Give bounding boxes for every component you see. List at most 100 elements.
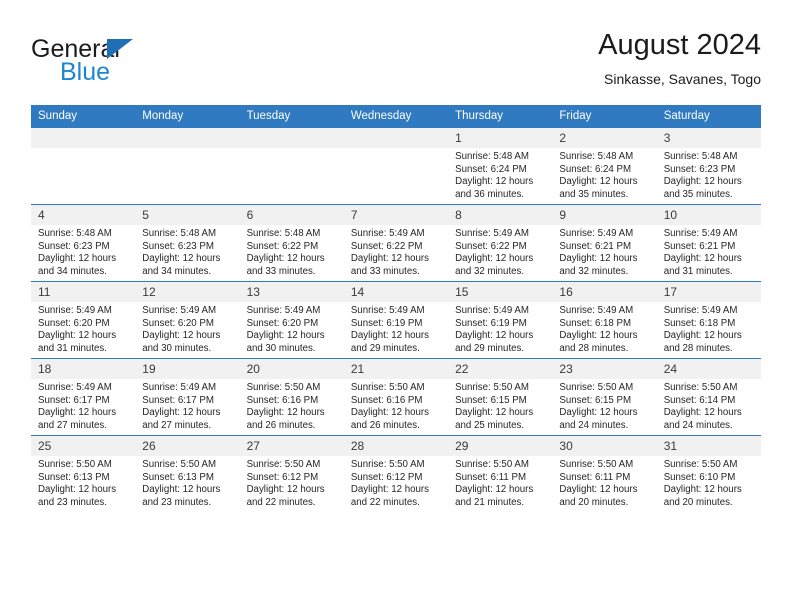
day-number: 11	[31, 282, 136, 302]
calendar-day-cell[interactable]: 20 Sunrise: 5:50 AM Sunset: 6:16 PM Dayligh…	[239, 358, 344, 436]
daylight-text-line2: and 26 minutes.	[350, 419, 420, 431]
sunset-text: Sunset: 6:23 PM	[663, 163, 736, 175]
calendar-day-cell[interactable]: 4 Sunrise: 5:48 AM Sunset: 6:23 PM Daylight…	[31, 204, 136, 282]
daylight-text-line2: and 25 minutes.	[455, 419, 525, 431]
daylight-text-line1: Daylight: 12 hours	[246, 407, 325, 419]
calendar-day-cell[interactable]: 16 Sunrise: 5:49 AM Sunset: 6:18 PM Dayligh…	[552, 281, 657, 359]
daylight-text-line2: and 33 minutes.	[350, 265, 420, 277]
calendar-day-cell[interactable]: 17 Sunrise: 5:49 AM Sunset: 6:18 PM Dayligh…	[656, 281, 761, 359]
sunrise-text: Sunrise: 5:50 AM	[350, 459, 425, 470]
sunrise-text: Sunrise: 5:49 AM	[455, 305, 529, 316]
sunrise-text: Sunrise: 5:50 AM	[246, 459, 321, 470]
day-number: 22	[448, 359, 553, 379]
calendar-day-cell[interactable]: 5 Sunrise: 5:48 AM Sunset: 6:23 PM Daylight…	[135, 204, 240, 282]
calendar-day-cell[interactable]: 2 Sunrise: 5:48 AM Sunset: 6:24 PM Daylight…	[552, 127, 657, 205]
daylight-text-line2: and 34 minutes.	[142, 265, 212, 277]
day-number: 24	[656, 359, 761, 379]
daylight-text-line1: Daylight: 12 hours	[38, 407, 117, 419]
day-details: Sunrise: 5:49 AM Sunset: 6:17 PM Daylight:…	[135, 379, 239, 432]
calendar-day-cell[interactable]: 7 Sunrise: 5:49 AM Sunset: 6:22 PM Daylight…	[343, 204, 449, 282]
day-number: 6	[239, 205, 344, 225]
day-number: 29	[448, 436, 553, 456]
weekday-header-tuesday: Tuesday	[239, 105, 344, 128]
sunset-text: Sunset: 6:12 PM	[246, 471, 319, 483]
sunset-text: Sunset: 6:11 PM	[455, 471, 527, 483]
day-number	[343, 128, 449, 148]
daylight-text-line2: and 20 minutes.	[663, 496, 733, 508]
day-details: Sunrise: 5:48 AM Sunset: 6:23 PM Daylight:…	[31, 225, 135, 278]
weekday-header-monday: Monday	[135, 105, 240, 128]
calendar-day-cell[interactable]: 1 Sunrise: 5:48 AM Sunset: 6:24 PM Daylight…	[448, 127, 553, 205]
weekday-header-wednesday: Wednesday	[343, 105, 449, 128]
calendar-day-cell[interactable]: 15 Sunrise: 5:49 AM Sunset: 6:19 PM Dayligh…	[448, 281, 553, 359]
calendar-day-cell[interactable]: 26 Sunrise: 5:50 AM Sunset: 6:13 PM Dayligh…	[135, 435, 240, 512]
calendar-day-cell[interactable]: 19 Sunrise: 5:49 AM Sunset: 6:17 PM Dayligh…	[135, 358, 240, 436]
calendar-day-cell[interactable]: 30 Sunrise: 5:50 AM Sunset: 6:11 PM Dayligh…	[552, 435, 657, 512]
sunset-text: Sunset: 6:20 PM	[246, 317, 319, 329]
calendar-day-cell[interactable]: 24 Sunrise: 5:50 AM Sunset: 6:14 PM Dayligh…	[656, 358, 761, 436]
calendar-day-cell[interactable]: 12 Sunrise: 5:49 AM Sunset: 6:20 PM Dayligh…	[135, 281, 240, 359]
daylight-text-line1: Daylight: 12 hours	[246, 253, 325, 265]
sunset-text: Sunset: 6:16 PM	[246, 394, 319, 406]
daylight-text-line1: Daylight: 12 hours	[559, 253, 638, 265]
day-number	[135, 128, 240, 148]
sunset-text: Sunset: 6:15 PM	[559, 394, 632, 406]
daylight-text-line2: and 34 minutes.	[38, 265, 107, 277]
sunrise-text: Sunrise: 5:50 AM	[38, 459, 112, 470]
calendar-day-cell[interactable]: 11 Sunrise: 5:49 AM Sunset: 6:20 PM Dayligh…	[31, 281, 136, 359]
day-number: 21	[343, 359, 449, 379]
daylight-text-line1: Daylight: 12 hours	[559, 407, 638, 419]
calendar-day-cell[interactable]: 8 Sunrise: 5:49 AM Sunset: 6:22 PM Daylight…	[448, 204, 553, 282]
sunrise-text: Sunrise: 5:50 AM	[455, 382, 529, 393]
calendar-day-cell[interactable]: 23 Sunrise: 5:50 AM Sunset: 6:15 PM Dayligh…	[552, 358, 657, 436]
calendar-day-cell[interactable]: 13 Sunrise: 5:49 AM Sunset: 6:20 PM Dayligh…	[239, 281, 344, 359]
daylight-text-line1: Daylight: 12 hours	[142, 330, 221, 342]
day-number: 17	[656, 282, 761, 302]
sunset-text: Sunset: 6:14 PM	[663, 394, 736, 406]
calendar-day-cell[interactable]: 18 Sunrise: 5:49 AM Sunset: 6:17 PM Dayligh…	[31, 358, 136, 436]
daylight-text-line1: Daylight: 12 hours	[559, 176, 638, 188]
day-details: Sunrise: 5:50 AM Sunset: 6:15 PM Daylight:…	[448, 379, 552, 432]
daylight-text-line2: and 27 minutes.	[38, 419, 107, 431]
sunset-text: Sunset: 6:19 PM	[350, 317, 423, 329]
day-number: 20	[239, 359, 344, 379]
day-details: Sunrise: 5:48 AM Sunset: 6:23 PM Daylight:…	[135, 225, 239, 278]
sunset-text: Sunset: 6:17 PM	[38, 394, 110, 406]
daylight-text-line1: Daylight: 12 hours	[559, 484, 638, 496]
daylight-text-line2: and 30 minutes.	[246, 342, 316, 354]
daylight-text-line1: Daylight: 12 hours	[663, 253, 742, 265]
day-details: Sunrise: 5:49 AM Sunset: 6:17 PM Daylight:…	[31, 379, 135, 432]
calendar-day-cell[interactable]: 14 Sunrise: 5:49 AM Sunset: 6:19 PM Dayligh…	[343, 281, 449, 359]
sunset-text: Sunset: 6:10 PM	[663, 471, 736, 483]
sunset-text: Sunset: 6:16 PM	[350, 394, 423, 406]
logo-triangle-icon	[107, 39, 133, 59]
daylight-text-line1: Daylight: 12 hours	[142, 253, 221, 265]
daylight-text-line2: and 23 minutes.	[38, 496, 107, 508]
daylight-text-line1: Daylight: 12 hours	[455, 407, 534, 419]
daylight-text-line2: and 28 minutes.	[559, 342, 629, 354]
calendar-day-cell[interactable]: 29 Sunrise: 5:50 AM Sunset: 6:11 PM Dayligh…	[448, 435, 553, 512]
calendar-day-cell[interactable]: 25 Sunrise: 5:50 AM Sunset: 6:13 PM Dayligh…	[31, 435, 136, 512]
day-number: 14	[343, 282, 449, 302]
calendar-day-cell[interactable]: 21 Sunrise: 5:50 AM Sunset: 6:16 PM Dayligh…	[343, 358, 449, 436]
calendar-day-cell[interactable]: 28 Sunrise: 5:50 AM Sunset: 6:12 PM Dayligh…	[343, 435, 449, 512]
sunset-text: Sunset: 6:22 PM	[350, 240, 423, 252]
calendar-day-cell[interactable]: 6 Sunrise: 5:48 AM Sunset: 6:22 PM Daylight…	[239, 204, 344, 282]
calendar-day-cell[interactable]: 10 Sunrise: 5:49 AM Sunset: 6:21 PM Dayligh…	[656, 204, 761, 282]
calendar-day-cell[interactable]: 3 Sunrise: 5:48 AM Sunset: 6:23 PM Daylight…	[656, 127, 761, 205]
daylight-text-line1: Daylight: 12 hours	[663, 176, 742, 188]
calendar-day-cell[interactable]: 31 Sunrise: 5:50 AM Sunset: 6:10 PM Dayligh…	[656, 435, 761, 512]
sunrise-text: Sunrise: 5:49 AM	[246, 305, 321, 316]
daylight-text-line2: and 31 minutes.	[663, 265, 733, 277]
page-subtitle: Sinkasse, Savanes, Togo	[604, 71, 761, 87]
day-number: 16	[552, 282, 657, 302]
daylight-text-line2: and 32 minutes.	[559, 265, 629, 277]
calendar-day-cell[interactable]: 22 Sunrise: 5:50 AM Sunset: 6:15 PM Dayligh…	[448, 358, 553, 436]
calendar-body: 1 Sunrise: 5:48 AM Sunset: 6:24 PM Daylight…	[31, 127, 761, 512]
calendar-day-cell[interactable]: 27 Sunrise: 5:50 AM Sunset: 6:12 PM Dayligh…	[239, 435, 344, 512]
day-details: Sunrise: 5:49 AM Sunset: 6:18 PM Daylight:…	[657, 302, 761, 355]
daylight-text-line2: and 29 minutes.	[350, 342, 420, 354]
calendar-day-cell[interactable]: 9 Sunrise: 5:49 AM Sunset: 6:21 PM Daylight…	[552, 204, 657, 282]
sunset-text: Sunset: 6:13 PM	[142, 471, 214, 483]
daylight-text-line1: Daylight: 12 hours	[350, 330, 429, 342]
